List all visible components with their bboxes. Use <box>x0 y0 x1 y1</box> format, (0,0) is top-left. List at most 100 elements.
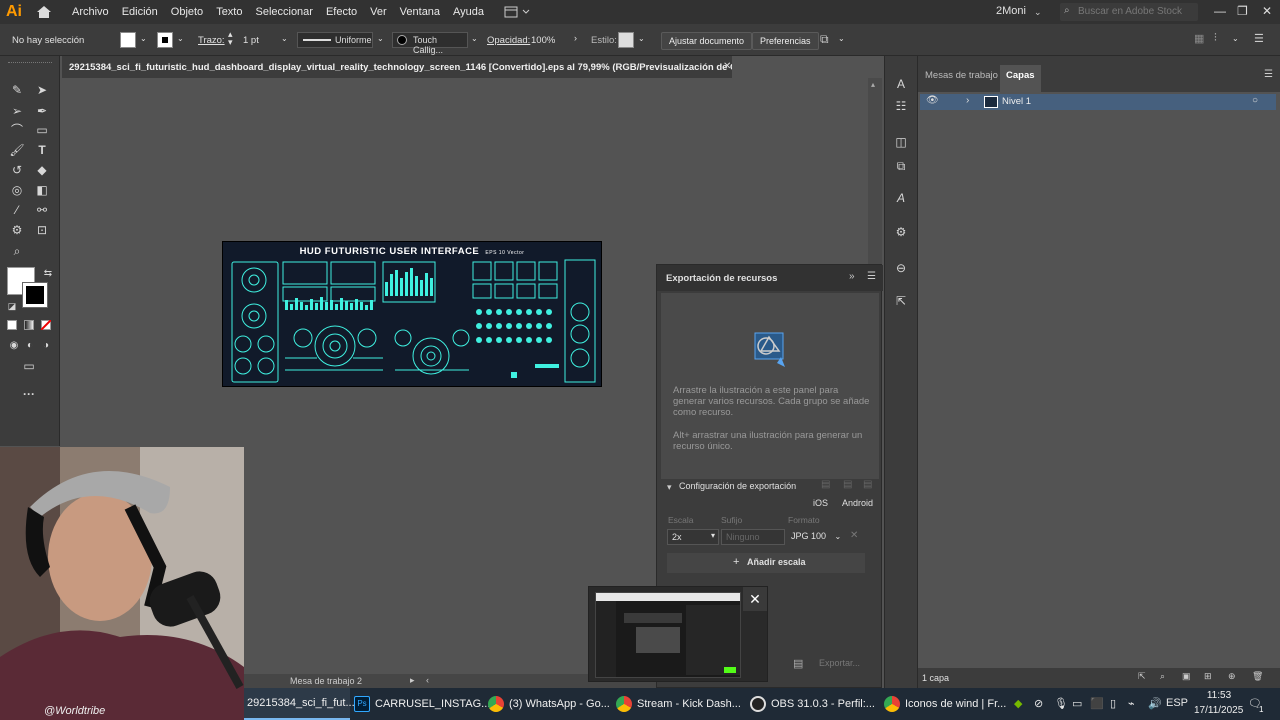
selection-tool-icon[interactable]: ➤ <box>34 82 50 98</box>
menu-ver[interactable]: Ver <box>370 6 387 18</box>
properties-icon[interactable]: A <box>893 76 909 92</box>
stepper-icon[interactable]: ▴ ▾ <box>228 30 233 47</box>
panel-grip[interactable] <box>8 62 52 64</box>
chevron-down-icon[interactable]: ⌄ <box>281 34 288 43</box>
taskbar-item-photoshop[interactable]: Ps CARRUSEL_INSTAG... <box>354 688 490 720</box>
add-scale-button[interactable]: + Añadir escala <box>667 553 865 573</box>
stroke-weight-value[interactable]: 1 pt <box>243 35 259 46</box>
remove-scale-icon[interactable]: ✕ <box>850 530 858 541</box>
panel-menu-icon[interactable]: ☰ <box>867 271 876 282</box>
stock-search-input[interactable]: Buscar en Adobe Stock <box>1060 3 1198 21</box>
battery-icon[interactable]: ▯ <box>1110 697 1116 710</box>
asset-export-icon[interactable]: ⚙ <box>893 224 909 240</box>
layer-row[interactable]: 👁 › Nivel 1 ○ <box>920 94 1276 110</box>
delete-icon[interactable]: ▤ <box>863 479 872 490</box>
gradient-tool-icon[interactable]: ◧ <box>34 182 50 198</box>
opacity-value[interactable]: 100% <box>531 35 555 46</box>
close-tab-icon[interactable]: ✕ <box>723 61 731 72</box>
style-swatch[interactable] <box>618 32 634 48</box>
swap-colors-icon[interactable]: ⇆ <box>40 266 56 282</box>
close-icon[interactable]: ✕ <box>1262 4 1272 18</box>
new-layer-icon[interactable]: ⊕ <box>1228 671 1236 682</box>
color-mode-icon[interactable] <box>7 320 17 330</box>
menu-archivo[interactable]: Archivo <box>72 6 109 18</box>
taskbar-item-kick[interactable]: Stream - Kick Dash... <box>616 688 741 720</box>
symbol-sprayer-icon[interactable]: ⚙ <box>9 222 25 238</box>
menu-ventana[interactable]: Ventana <box>400 6 440 18</box>
chevron-right-icon[interactable]: › <box>574 33 577 43</box>
stroke-swatch[interactable] <box>157 32 173 48</box>
preset-ios-button[interactable]: iOS <box>813 498 828 508</box>
visibility-eye-icon[interactable]: 👁 <box>926 95 939 106</box>
menu-texto[interactable]: Texto <box>216 6 242 18</box>
export-icon[interactable]: ⇱ <box>1138 671 1146 682</box>
window-thumbnail-preview[interactable]: ✕ <box>588 586 768 682</box>
export-icon[interactable]: ⇱ <box>893 293 909 309</box>
meet-icon[interactable]: ⬛ <box>1090 697 1104 710</box>
scale-select[interactable]: 2x ▾ <box>667 529 719 545</box>
taskbar-item-chrome-icons[interactable]: Iconos de wind | Fr... <box>884 688 1006 720</box>
collapse-icon[interactable]: » <box>849 271 855 282</box>
workspace-switcher-icon[interactable] <box>503 5 533 19</box>
asset-list-icon[interactable]: ▤ <box>793 657 803 670</box>
target-circle-icon[interactable]: ○ <box>1252 95 1258 106</box>
screen-mode-icon[interactable]: ▭ <box>21 358 37 374</box>
panel-menu-icon[interactable]: ☰ <box>1254 32 1264 45</box>
duplicate-icon[interactable]: ▤ <box>843 479 852 490</box>
menu-efecto[interactable]: Efecto <box>326 6 357 18</box>
menu-ayuda[interactable]: Ayuda <box>453 6 484 18</box>
brush-select[interactable]: Touch Callig... <box>392 32 468 55</box>
restore-icon[interactable]: ❐ <box>1237 4 1248 18</box>
clock-date[interactable]: 17/11/2025 <box>1194 705 1243 716</box>
export-config-label[interactable]: Configuración de exportación <box>679 481 796 491</box>
expand-chevron-icon[interactable]: › <box>966 95 969 106</box>
chevron-down-icon[interactable]: ⌄ <box>377 34 384 43</box>
minimize-icon[interactable]: — <box>1214 4 1226 18</box>
brush-tool-icon[interactable]: 🖌 <box>9 142 25 158</box>
eyedropper-icon[interactable]: ⁄ <box>9 202 25 218</box>
speaker-icon[interactable]: 🔊 <box>1148 697 1162 710</box>
blend-tool-icon[interactable]: ⚯ <box>34 202 50 218</box>
pencil-icon[interactable]: ✎ <box>9 82 25 98</box>
layer-name[interactable]: Nivel 1 <box>1002 96 1031 107</box>
links-icon[interactable]: ⊖ <box>893 260 909 276</box>
align-icon[interactable]: ▦ <box>1194 32 1204 45</box>
chevron-down-icon[interactable]: ⌄ <box>471 34 478 43</box>
export-settings-icon[interactable]: ▤ <box>821 479 830 490</box>
stroke-color-swatch[interactable] <box>22 282 48 308</box>
menu-seleccionar[interactable]: Seleccionar <box>255 6 312 18</box>
type-tool-icon[interactable]: T <box>34 142 50 158</box>
eraser-tool-icon[interactable]: ◆ <box>34 162 50 178</box>
chevron-left-icon[interactable]: ‹ <box>426 675 429 685</box>
taskbar-item-obs[interactable]: OBS 31.0.3 - Perfil:... <box>750 688 875 720</box>
panel-menu-icon[interactable]: ☰ <box>1264 69 1273 80</box>
artboard-tool-icon[interactable]: ⊡ <box>34 222 50 238</box>
tab-artboards[interactable]: Mesas de trabajo <box>925 70 998 81</box>
taskbar-item-illustrator[interactable]: 29215384_sci_fi_fut... <box>244 688 355 720</box>
nvidia-icon[interactable]: ◆ <box>1014 697 1022 710</box>
clip-mask-icon[interactable]: ▣ <box>1182 671 1191 682</box>
curvature-tool-icon[interactable]: ⌒ <box>9 122 25 138</box>
export-button[interactable]: Exportar... <box>811 655 871 673</box>
stroke-profile-select[interactable]: Uniforme <box>297 32 373 48</box>
preset-android-button[interactable]: Android <box>842 498 873 508</box>
preferences-button[interactable]: Preferencias <box>752 32 819 50</box>
distribute-icon[interactable]: ⫶ <box>1214 32 1217 45</box>
network-icon[interactable]: ⊘ <box>1034 697 1043 710</box>
chevron-down-icon[interactable]: ⌄ <box>140 34 147 43</box>
taskbar-item-whatsapp[interactable]: (3) WhatsApp - Go... <box>488 688 610 720</box>
chevron-down-icon[interactable]: ⌄ <box>1034 7 1042 18</box>
new-sublayer-icon[interactable]: ⊞ <box>1204 671 1212 682</box>
default-colors-icon[interactable]: ◪ <box>4 298 20 314</box>
draw-mode-icon[interactable]: ◉ <box>6 338 22 354</box>
chevron-down-icon[interactable]: ⌄ <box>838 34 845 43</box>
character-icon[interactable]: A <box>893 190 909 206</box>
shape-builder-icon[interactable]: ◎ <box>9 182 25 198</box>
stroke-label[interactable]: Trazo: <box>198 35 225 46</box>
opacity-label[interactable]: Opacidad: <box>487 35 530 46</box>
document-tab[interactable]: 29215384_sci_fi_futuristic_hud_dashboard… <box>62 56 732 78</box>
rectangle-tool-icon[interactable]: ▭ <box>34 122 50 138</box>
clock-time[interactable]: 11:53 <box>1196 690 1242 701</box>
close-icon[interactable]: ✕ <box>743 587 767 611</box>
draw-behind-icon[interactable]: ◐ <box>22 338 38 354</box>
